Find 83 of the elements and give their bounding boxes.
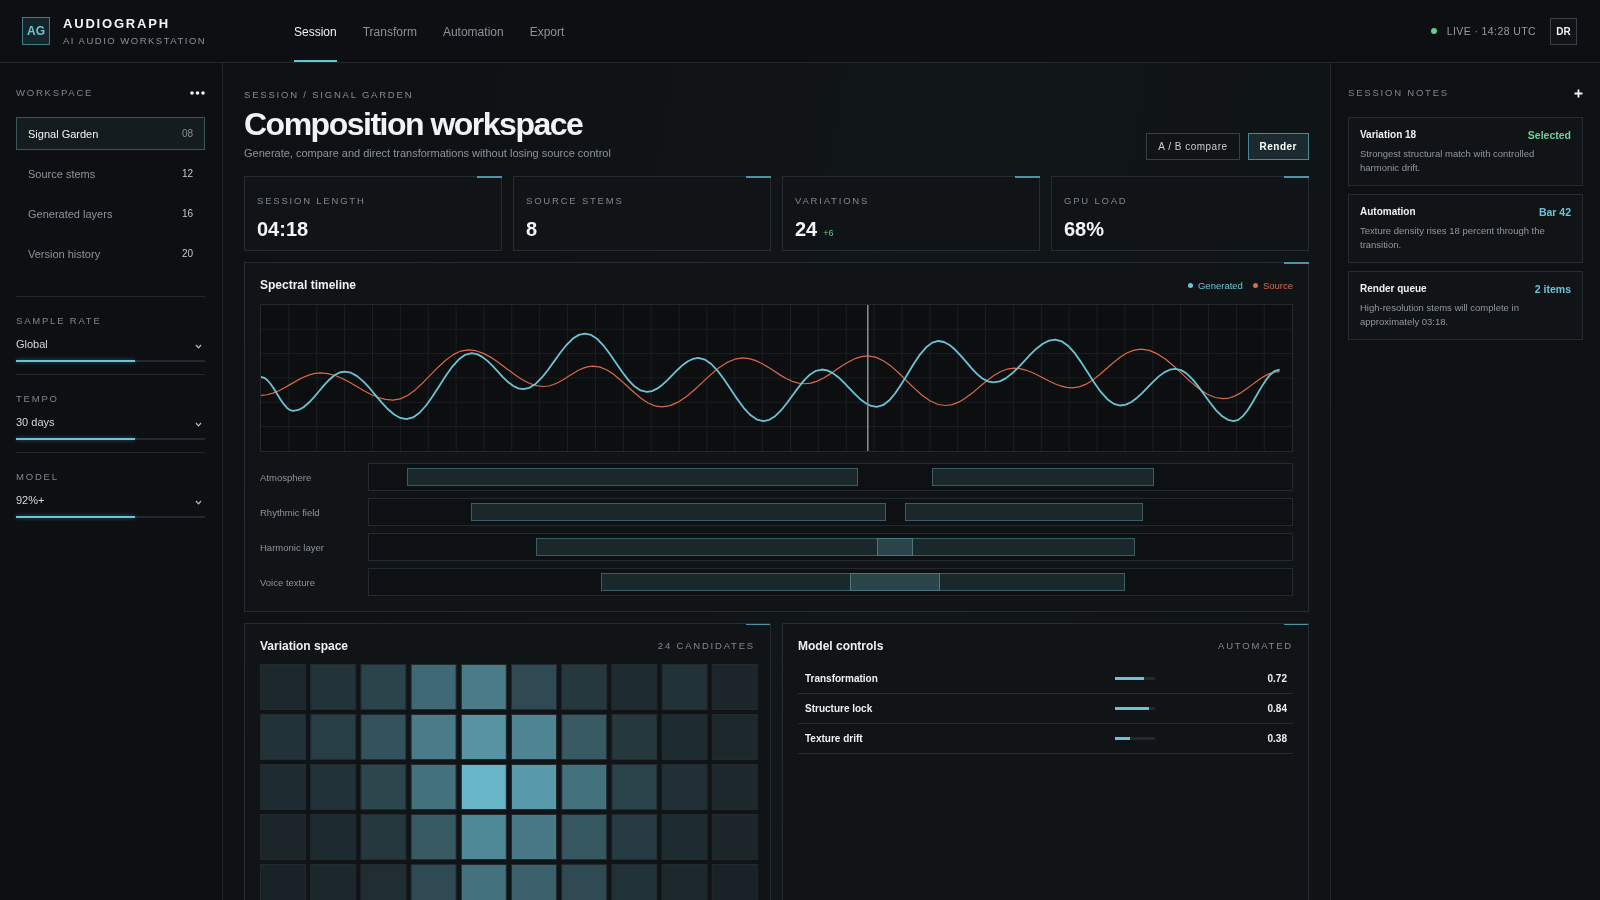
param-label: Transformation (805, 673, 879, 684)
note-body: Strongest structural match with controlled harmonic drift. (1360, 147, 1536, 175)
stat-label: VARIATIONS (795, 195, 871, 207)
note-body: Texture density rises 18 percent through the transition. (1360, 224, 1546, 252)
param-label: Structure lock (805, 703, 874, 714)
item-count: 16 (181, 208, 193, 219)
nav-tab[interactable]: Automation (442, 0, 504, 62)
app-name: AUDIOGRAPH (63, 16, 171, 31)
automation-status: AUTOMATED (1218, 640, 1293, 652)
page-title: Composition workspace (244, 105, 584, 143)
item-label: Source stems (28, 167, 96, 180)
item-count: 08 (181, 128, 193, 139)
stat-label: SESSION LENGTH (257, 195, 367, 207)
setting-label: SAMPLE RATE (16, 315, 103, 327)
stat-label: GPU LOAD (1064, 195, 1129, 207)
note-title: Render queue (1360, 283, 1427, 295)
track-label: Atmosphere (260, 471, 313, 483)
audio-clip[interactable] (406, 468, 859, 486)
item-label: Version history (28, 247, 101, 260)
workspace-item[interactable]: Version history 20 (16, 237, 205, 270)
audio-clip[interactable] (536, 538, 1136, 556)
audio-clip[interactable] (932, 468, 1154, 486)
param-label: Texture drift (805, 733, 864, 744)
param-track[interactable] (1115, 737, 1155, 740)
candidate-count: 24 CANDIDATES (657, 640, 755, 652)
workspace-item[interactable]: Source stems 12 (16, 157, 205, 190)
nav-tab[interactable]: Transform (362, 0, 417, 62)
stat-value: 8 (526, 217, 538, 241)
app-tagline: AI AUDIO WORKSTATION (63, 34, 207, 46)
note-tag: Selected (1527, 129, 1571, 141)
item-count: 20 (181, 248, 193, 259)
track-label: Harmonic layer (260, 541, 325, 553)
param-track[interactable] (1115, 677, 1155, 680)
compare-button[interactable]: A / B compare (1146, 133, 1240, 160)
item-count: 12 (181, 168, 193, 179)
note-tag: 2 items (1534, 283, 1571, 295)
chevron-down-icon (195, 499, 202, 505)
chevron-down-icon (195, 343, 202, 349)
add-icon[interactable] (1574, 88, 1583, 98)
audio-clip[interactable] (600, 573, 1125, 591)
clip-highlight[interactable] (849, 573, 940, 591)
clip-highlight[interactable] (876, 538, 914, 556)
note-title: Automation (1360, 206, 1416, 218)
panel-title: Variation space (260, 639, 349, 653)
legend-label: Source (1262, 279, 1293, 291)
setting-select[interactable]: 92%+ (16, 493, 205, 507)
chevron-down-icon (195, 421, 202, 427)
setting-label: TEMPO (16, 393, 60, 405)
stat-delta: +6 (823, 228, 834, 238)
workspace-item[interactable]: Signal Garden 08 (16, 117, 205, 150)
panel-title: Spectral timeline (260, 278, 357, 292)
render-button[interactable]: Render (1247, 133, 1309, 160)
stat-value: 04:18 (257, 217, 309, 241)
audio-clip[interactable] (471, 503, 886, 521)
param-value: 0.38 (1266, 733, 1287, 744)
param-value: 0.84 (1266, 703, 1287, 714)
page-subtitle: Generate, compare and direct transformations without losing source control (244, 146, 611, 160)
setting-select[interactable]: 30 days (16, 415, 205, 429)
note-body: High-resolution stems will complete in approximately 03:18. (1360, 301, 1520, 329)
track-label: Voice texture (260, 576, 316, 588)
item-label: Generated layers (28, 207, 113, 220)
note-title: Variation 18 (1360, 129, 1417, 141)
section-label: WORKSPACE (16, 87, 94, 99)
setting-label: MODEL (16, 471, 60, 483)
stat-value: 24 (795, 217, 818, 241)
live-status-text: LIVE · 14:28 UTC (1446, 25, 1536, 37)
user-avatar[interactable]: DR (1550, 17, 1577, 45)
breadcrumb: SESSION / SIGNAL GARDEN (244, 89, 415, 101)
stat-label: SOURCE STEMS (526, 195, 625, 207)
track-label: Rhythmic field (260, 506, 321, 518)
section-label: SESSION NOTES (1348, 87, 1449, 99)
setting-select[interactable]: Global (16, 337, 205, 351)
legend-label: Generated (1198, 279, 1243, 291)
param-value: 0.72 (1266, 673, 1287, 684)
nav-tab[interactable]: Export (529, 0, 565, 62)
item-label: Signal Garden (28, 127, 99, 140)
more-icon[interactable] (190, 91, 205, 95)
note-tag: Bar 42 (1538, 206, 1571, 218)
workspace-item[interactable]: Generated layers 16 (16, 197, 205, 230)
logo-mark: AG (22, 17, 50, 45)
stat-value: 68% (1064, 217, 1105, 241)
audio-clip[interactable] (905, 503, 1144, 521)
panel-title: Model controls (798, 639, 884, 653)
